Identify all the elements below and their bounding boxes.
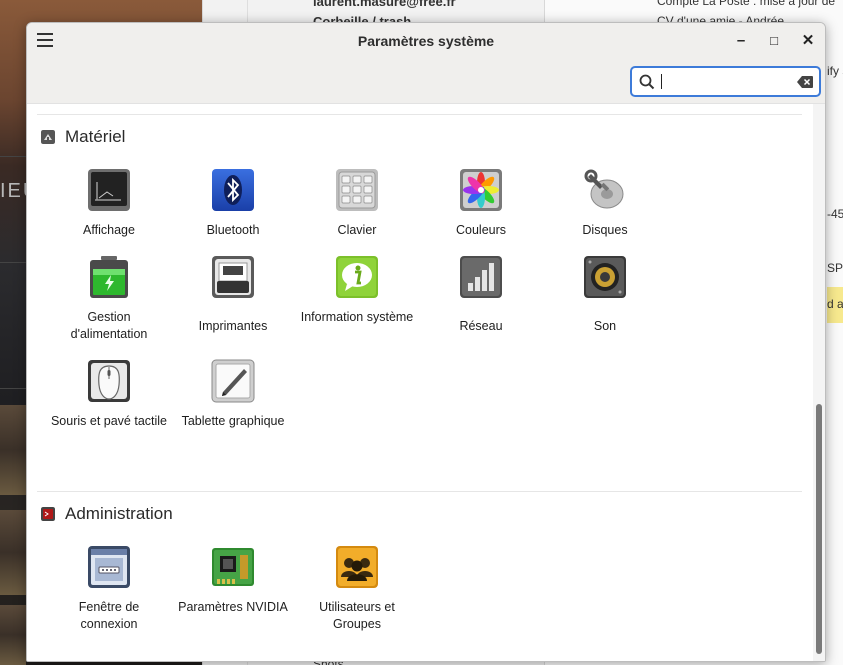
settings-item-label: Son bbox=[593, 319, 617, 333]
section-title: Matériel bbox=[65, 127, 126, 146]
settings-item-label: Imprimantes bbox=[198, 319, 268, 333]
mail-account[interactable]: laurent.masure@free.fr bbox=[313, 0, 456, 9]
settings-item-power[interactable]: Gestion d'alimentation bbox=[49, 255, 169, 343]
settings-item-printers[interactable]: Imprimantes bbox=[173, 255, 293, 335]
section-divider bbox=[37, 114, 802, 115]
settings-item-mouse[interactable]: Souris et pavé tactile bbox=[49, 359, 169, 430]
nvidia-chip-icon bbox=[212, 548, 254, 586]
mail-subject[interactable]: Compte La Poste : mise à jour de bbox=[657, 0, 835, 8]
search-box[interactable] bbox=[630, 66, 821, 97]
settings-item-label: Fenêtre de connexion bbox=[78, 600, 140, 631]
settings-content: Matériel Affichage Bluetooth Clavier Cou… bbox=[27, 104, 825, 661]
settings-item-colors[interactable]: Couleurs bbox=[421, 168, 541, 239]
settings-item-label: Affichage bbox=[83, 223, 135, 237]
section-header-administration: Administration bbox=[41, 504, 173, 524]
wallpaper-figure bbox=[0, 405, 26, 495]
wallpaper-figure bbox=[0, 605, 26, 665]
keyboard-icon bbox=[336, 169, 378, 211]
mail-text-fragment: -45 bbox=[827, 207, 843, 221]
section-title: Administration bbox=[65, 504, 173, 523]
maximize-button[interactable]: □ bbox=[763, 30, 785, 52]
users-groups-icon bbox=[336, 546, 378, 588]
system-settings-window: Paramètres système – □ ✕ Matériel Affich… bbox=[26, 22, 826, 662]
settings-item-label: Paramètres NVIDIA bbox=[178, 600, 288, 614]
speaker-icon bbox=[584, 256, 626, 298]
settings-item-label: Réseau bbox=[459, 319, 503, 333]
text-caret bbox=[661, 74, 662, 89]
vertical-scrollbar[interactable] bbox=[813, 104, 825, 661]
settings-item-label: Information système bbox=[300, 310, 414, 324]
window-title: Paramètres système bbox=[357, 33, 495, 49]
settings-item-bluetooth[interactable]: Bluetooth bbox=[173, 168, 293, 239]
settings-item-users-groups[interactable]: Utilisateurs et Groupes bbox=[297, 545, 417, 633]
settings-item-label: Gestion d'alimentation bbox=[70, 310, 148, 341]
network-icon bbox=[460, 256, 502, 298]
battery-icon bbox=[90, 256, 128, 298]
tablet-icon bbox=[211, 359, 255, 403]
mail-text-fragment: d a bbox=[827, 297, 843, 311]
settings-item-label: Couleurs bbox=[455, 223, 507, 237]
display-icon bbox=[88, 169, 130, 211]
section-divider bbox=[37, 491, 802, 492]
toolbar bbox=[27, 60, 825, 104]
disks-icon bbox=[584, 169, 624, 209]
bluetooth-icon bbox=[212, 169, 254, 211]
title-bar[interactable]: Paramètres système – □ ✕ bbox=[27, 23, 825, 60]
login-window-icon bbox=[88, 546, 130, 588]
settings-item-nvidia[interactable]: Paramètres NVIDIA bbox=[173, 545, 293, 616]
section-header-hardware: Matériel bbox=[41, 127, 125, 147]
settings-item-label: Souris et pavé tactile bbox=[50, 414, 168, 428]
settings-item-keyboard[interactable]: Clavier bbox=[297, 168, 417, 239]
settings-item-label: Tablette graphique bbox=[181, 414, 285, 428]
colors-icon bbox=[460, 169, 502, 211]
mail-text-fragment: ify s bbox=[827, 64, 843, 78]
settings-item-tablet[interactable]: Tablette graphique bbox=[173, 359, 293, 430]
settings-item-label: Utilisateurs et Groupes bbox=[319, 600, 395, 631]
mouse-icon bbox=[88, 360, 130, 402]
clear-search-icon[interactable] bbox=[797, 76, 813, 88]
settings-item-sound[interactable]: Son bbox=[545, 255, 665, 335]
settings-item-network[interactable]: Réseau bbox=[421, 255, 541, 335]
settings-item-system-info[interactable]: Information système bbox=[297, 255, 417, 326]
administration-section-icon bbox=[41, 507, 55, 521]
minimize-button[interactable]: – bbox=[730, 30, 752, 52]
close-button[interactable]: ✕ bbox=[797, 30, 819, 52]
settings-item-display[interactable]: Affichage bbox=[49, 168, 169, 239]
search-icon bbox=[639, 74, 655, 90]
settings-item-label: Disques bbox=[582, 223, 628, 237]
settings-item-login-window[interactable]: Fenêtre de connexion bbox=[49, 545, 169, 633]
search-input[interactable] bbox=[659, 72, 789, 92]
printer-icon bbox=[212, 256, 254, 298]
settings-item-label: Bluetooth bbox=[206, 223, 260, 237]
settings-item-label: Clavier bbox=[337, 223, 377, 237]
wallpaper-figure bbox=[0, 510, 26, 595]
hardware-section-icon bbox=[41, 130, 55, 144]
scrollbar-thumb[interactable] bbox=[816, 404, 822, 654]
mail-text-fragment: SP bbox=[827, 261, 843, 275]
info-icon bbox=[336, 256, 378, 298]
settings-item-disks[interactable]: Disques bbox=[545, 168, 665, 239]
